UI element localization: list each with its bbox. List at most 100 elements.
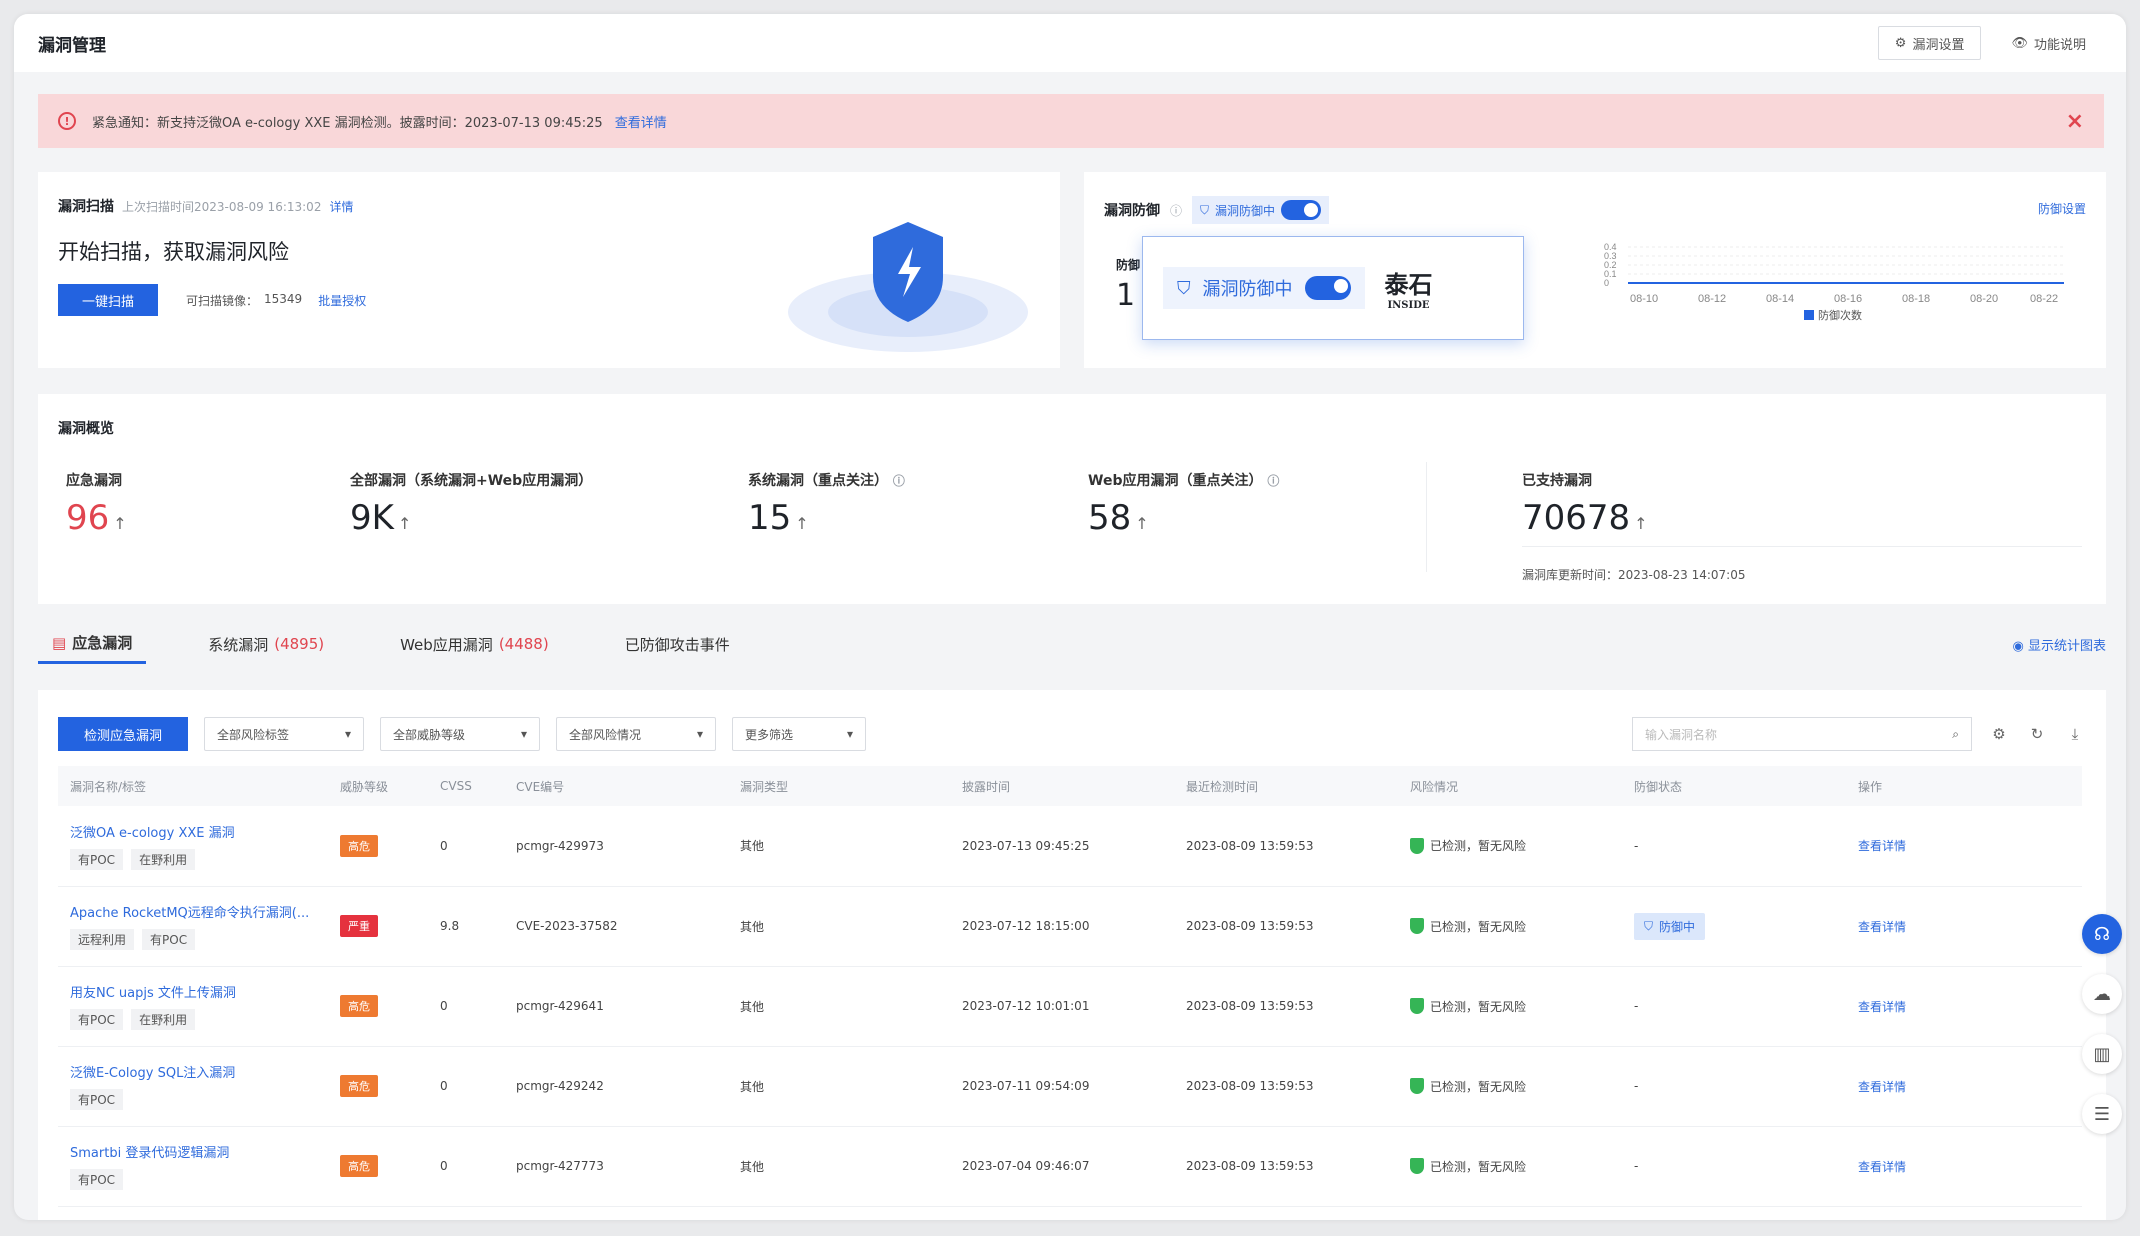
show-stats-link[interactable]: ◉ 显示统计图表 [2013, 635, 2107, 654]
risk-text: 已检测，暂无风险 [1430, 839, 1527, 854]
checked-time: 2023-08-09 13:59:53 [1174, 1046, 1398, 1127]
table-header: 漏洞名称/标签 威胁等级 CVSS CVE编号 漏洞类型 披露时间 最近检测时间… [58, 766, 2082, 806]
popup-toggle[interactable] [1304, 276, 1351, 300]
ov-label: 全部漏洞（系统漏洞+Web应用漏洞） [350, 473, 593, 489]
search-placeholder: 输入漏洞名称 [1645, 727, 1718, 742]
one-click-scan-button[interactable]: 一键扫描 [58, 284, 158, 316]
gear-icon[interactable]: ⚙ [1988, 723, 2010, 745]
col-checked[interactable]: 最近检测时间 [1174, 766, 1398, 806]
defense-status: 防御中 [1659, 919, 1696, 934]
view-detail-link[interactable]: 查看详情 [1858, 1080, 1906, 1094]
arrow-up-icon: ↑ [397, 514, 412, 533]
cve-id: pcmgr-429641 [504, 966, 728, 1047]
overview-item-web[interactable]: Web应用漏洞（重点关注） ⓘ 58 ↑ [1088, 470, 1279, 538]
x-tick: 08-20 [1970, 293, 1998, 305]
images-count: 15349 [264, 292, 303, 306]
vuln-tag: 有POC [142, 929, 196, 950]
vuln-name-link[interactable]: Apache RocketMQ远程命令执行漏洞(... [70, 902, 316, 921]
cve-id: pcmgr-429242 [504, 1046, 728, 1127]
view-detail-link[interactable]: 查看详情 [1858, 1160, 1906, 1174]
warning-circle-icon: ! [58, 112, 76, 130]
cloud-icon[interactable]: ☁ [2082, 974, 2122, 1014]
col-risk: 风险情况 [1398, 766, 1622, 806]
scan-title: 漏洞扫描 [58, 199, 114, 215]
severity-badge: 高危 [340, 834, 378, 857]
col-level[interactable]: 威胁等级 [328, 766, 428, 806]
col-defense[interactable]: 防御状态 [1622, 766, 1846, 806]
ov-value: 58 [1088, 498, 1132, 538]
vuln-name-link[interactable]: 泛微E-Cology SQL注入漏洞 [70, 1062, 316, 1081]
arrow-up-icon: ↑ [1634, 514, 1648, 533]
threat-level-select[interactable]: 全部威胁等级 ▾ [380, 717, 540, 751]
vuln-settings-button[interactable]: ⚙ 漏洞设置 [1877, 26, 1982, 60]
defense-status: - [1634, 999, 1639, 1013]
gear-icon: ⚙ [1894, 35, 1907, 51]
col-cvss[interactable]: CVSS [428, 766, 504, 806]
download-icon[interactable]: ⤓ [2064, 723, 2086, 745]
book-icon[interactable]: ▥ [2082, 1034, 2122, 1074]
defense-toggle[interactable] [1281, 200, 1322, 220]
disclosed-time: 2023-07-13 09:45:25 [950, 806, 1174, 887]
overview-item-all[interactable]: 全部漏洞（系统漏洞+Web应用漏洞） 9K ↑ [350, 470, 592, 538]
overview-item-emergency[interactable]: 应急漏洞 96 ↑ [66, 470, 127, 538]
defense-status-text: 漏洞防御中 [1215, 203, 1276, 218]
menu-icon[interactable]: ☰ [2082, 1094, 2122, 1134]
vuln-name-link[interactable]: Smartbi 登录代码逻辑漏洞 [70, 1142, 316, 1161]
tab-system[interactable]: 系统漏洞 (4895) [194, 624, 338, 664]
vuln-type: 其他 [728, 806, 950, 887]
shield-check-icon [1410, 1158, 1424, 1174]
disclosed-time: 2023-07-12 18:15:00 [950, 886, 1174, 967]
detect-emergency-button[interactable]: 检测应急漏洞 [58, 717, 188, 751]
floating-toolbar: ☊ ☁ ▥ ☰ [2082, 914, 2122, 1134]
overview-item-system[interactable]: 系统漏洞（重点关注） ⓘ 15 ↑ [748, 470, 905, 538]
images-label: 可扫描镜像： [186, 294, 259, 308]
show-stats-label: 显示统计图表 [2027, 638, 2106, 654]
x-tick: 08-18 [1902, 293, 1930, 305]
col-disclosed[interactable]: 披露时间 [950, 766, 1174, 806]
defense-card: 漏洞防御 ⓘ ⛉ 漏洞防御中 防御设置 防御 1 0.4 0.3 0.2 0.1… [1084, 172, 2106, 368]
alert-detail-link[interactable]: 查看详情 [615, 112, 667, 131]
vuln-settings-label: 漏洞设置 [1912, 37, 1965, 53]
arrow-up-icon: ↑ [795, 514, 809, 533]
refresh-icon[interactable]: ↻ [2026, 723, 2048, 745]
risk-tag-select[interactable]: 全部风险标签 ▾ [204, 717, 364, 751]
view-detail-link[interactable]: 查看详情 [1858, 839, 1906, 853]
tab-emergency[interactable]: ▤ 应急漏洞 [38, 624, 147, 664]
help-button[interactable]: 👁 功能说明 [1995, 26, 2102, 60]
eye-icon: ◉ [2012, 638, 2028, 654]
vuln-name-link[interactable]: 用友NC uapjs 文件上传漏洞 [70, 982, 316, 1001]
severity-badge: 高危 [340, 1075, 378, 1097]
tab-defended-events[interactable]: 已防御攻击事件 [611, 624, 744, 664]
info-icon: ⓘ [1170, 203, 1183, 218]
risk-status-select[interactable]: 全部风险情况 ▾ [556, 717, 716, 751]
scan-detail-link[interactable]: 详情 [329, 198, 353, 215]
vuln-tag: 在野利用 [131, 848, 196, 870]
db-update-label: 漏洞库更新时间： [1522, 568, 1619, 582]
defense-settings-link[interactable]: 防御设置 [2038, 200, 2086, 217]
cvss-value: 0 [428, 1046, 504, 1127]
info-icon: ⓘ [892, 474, 905, 488]
close-icon[interactable]: × [2066, 109, 2084, 134]
table-row: 泛微E-Cology SQL注入漏洞 有POC 高危 0 pcmgr-429242… [58, 1046, 2082, 1127]
view-detail-link[interactable]: 查看详情 [1858, 1000, 1906, 1014]
more-filters-select[interactable]: 更多筛选 ▾ [732, 717, 866, 751]
risk-text: 已检测，暂无风险 [1430, 999, 1527, 1014]
tab-web[interactable]: Web应用漏洞 (4488) [386, 624, 563, 664]
batch-auth-link[interactable]: 批量授权 [318, 292, 366, 309]
disclosed-time: 2023-07-11 09:54:09 [950, 1046, 1174, 1127]
search-icon[interactable]: ⌕ [1952, 727, 1959, 742]
support-icon[interactable]: ☊ [2082, 914, 2122, 954]
emergency-alert: ! 紧急通知：新支持泛微OA e-cology XXE 漏洞检测。披露时间：20… [38, 94, 2104, 148]
overview-item-supported: 已支持漏洞 70678 ↑ [1522, 470, 2082, 547]
shield-icon: ⛉ [1644, 918, 1654, 933]
view-detail-link[interactable]: 查看详情 [1858, 920, 1906, 934]
search-input[interactable]: 输入漏洞名称 ⌕ [1632, 717, 1972, 751]
defense-status: - [1634, 1079, 1639, 1093]
defense-stat-label: 防御 [1116, 258, 1141, 272]
defense-status: - [1634, 1159, 1639, 1173]
vuln-name-link[interactable]: 泛微OA e-cology XXE 漏洞 [70, 822, 316, 841]
ov-value: 15 [748, 498, 792, 538]
chevron-down-icon: ▾ [846, 727, 853, 741]
brand-sub: INSIDE [1387, 300, 1430, 311]
chevron-down-icon: ▾ [520, 727, 527, 741]
